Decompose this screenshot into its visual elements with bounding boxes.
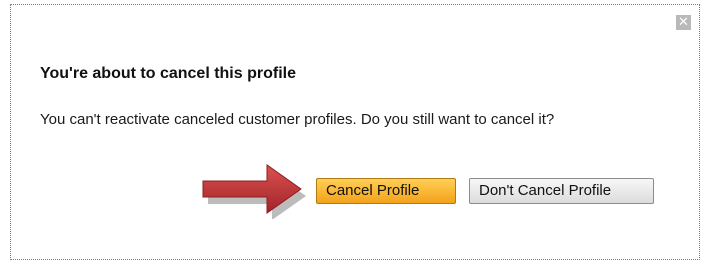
arrow-annotation-icon — [202, 164, 306, 219]
dialog-title: You're about to cancel this profile — [40, 65, 296, 82]
dialog-message: You can't reactivate canceled customer p… — [40, 111, 555, 128]
close-icon[interactable]: ✕ — [676, 15, 691, 30]
dont-cancel-profile-button[interactable]: Don't Cancel Profile — [469, 178, 654, 204]
cancel-profile-dialog: ✕ You're about to cancel this profile Yo… — [10, 4, 700, 260]
cancel-profile-button[interactable]: Cancel Profile — [316, 178, 456, 204]
